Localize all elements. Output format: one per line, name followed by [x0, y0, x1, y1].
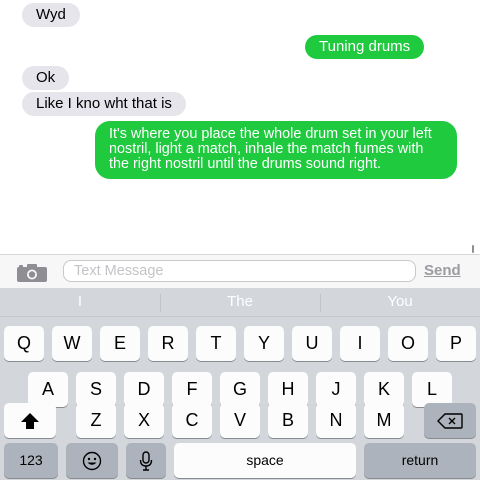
numbers-key[interactable]: 123 [4, 443, 58, 478]
key-e[interactable]: E [100, 326, 140, 361]
outgoing-message: It's where you place the whole drum set … [95, 121, 457, 179]
key-i[interactable]: I [340, 326, 380, 361]
key-l[interactable]: L [412, 372, 452, 407]
incoming-message: Ok [22, 66, 70, 90]
key-k[interactable]: K [364, 372, 404, 407]
emoji-key[interactable] [66, 443, 118, 478]
prediction-suggestion[interactable]: You [320, 288, 480, 317]
key-g[interactable]: G [220, 372, 260, 407]
key-j[interactable]: J [316, 372, 356, 407]
key-h[interactable]: H [268, 372, 308, 407]
key-a[interactable]: A [28, 372, 68, 407]
key-c[interactable]: C [172, 403, 212, 438]
key-o[interactable]: O [388, 326, 428, 361]
key-m[interactable]: M [364, 403, 404, 438]
key-t[interactable]: T [196, 326, 236, 361]
prediction-suggestion[interactable]: The [160, 288, 320, 317]
microphone-icon [139, 451, 153, 471]
conversation: Wyd Tuning drums Ok Like I kno wht that … [0, 0, 480, 254]
scroll-indicator[interactable] [472, 245, 474, 253]
key-y[interactable]: Y [244, 326, 284, 361]
send-button[interactable]: Send [424, 262, 461, 279]
emoji-icon [82, 451, 102, 471]
key-s[interactable]: S [76, 372, 116, 407]
predictive-text-bar: I The You [0, 288, 480, 317]
key-w[interactable]: W [52, 326, 92, 361]
key-n[interactable]: N [316, 403, 356, 438]
space-key[interactable]: space [174, 443, 356, 478]
key-r[interactable]: R [148, 326, 188, 361]
shift-key[interactable] [4, 403, 56, 438]
key-p[interactable]: P [436, 326, 476, 361]
key-v[interactable]: V [220, 403, 260, 438]
key-f[interactable]: F [172, 372, 212, 407]
keyboard: Q W E R T Y U I O P A S D F G H J K L Z … [0, 317, 480, 480]
key-z[interactable]: Z [76, 403, 116, 438]
return-key[interactable]: return [364, 443, 476, 478]
key-d[interactable]: D [124, 372, 164, 407]
incoming-message: Wyd [22, 3, 80, 27]
outgoing-message: Tuning drums [305, 35, 425, 59]
prediction-suggestion[interactable]: I [0, 288, 160, 317]
backspace-key[interactable] [424, 403, 476, 438]
key-u[interactable]: U [292, 326, 332, 361]
key-b[interactable]: B [268, 403, 308, 438]
dictation-key[interactable] [126, 443, 166, 478]
camera-icon[interactable] [16, 263, 48, 283]
message-text-field[interactable]: Text Message [63, 260, 416, 282]
message-input-bar: Text Message Send [0, 254, 480, 288]
backspace-icon [437, 413, 463, 429]
shift-icon [21, 413, 39, 429]
incoming-message: Like I kno wht that is [22, 92, 186, 116]
key-x[interactable]: X [124, 403, 164, 438]
key-q[interactable]: Q [4, 326, 44, 361]
